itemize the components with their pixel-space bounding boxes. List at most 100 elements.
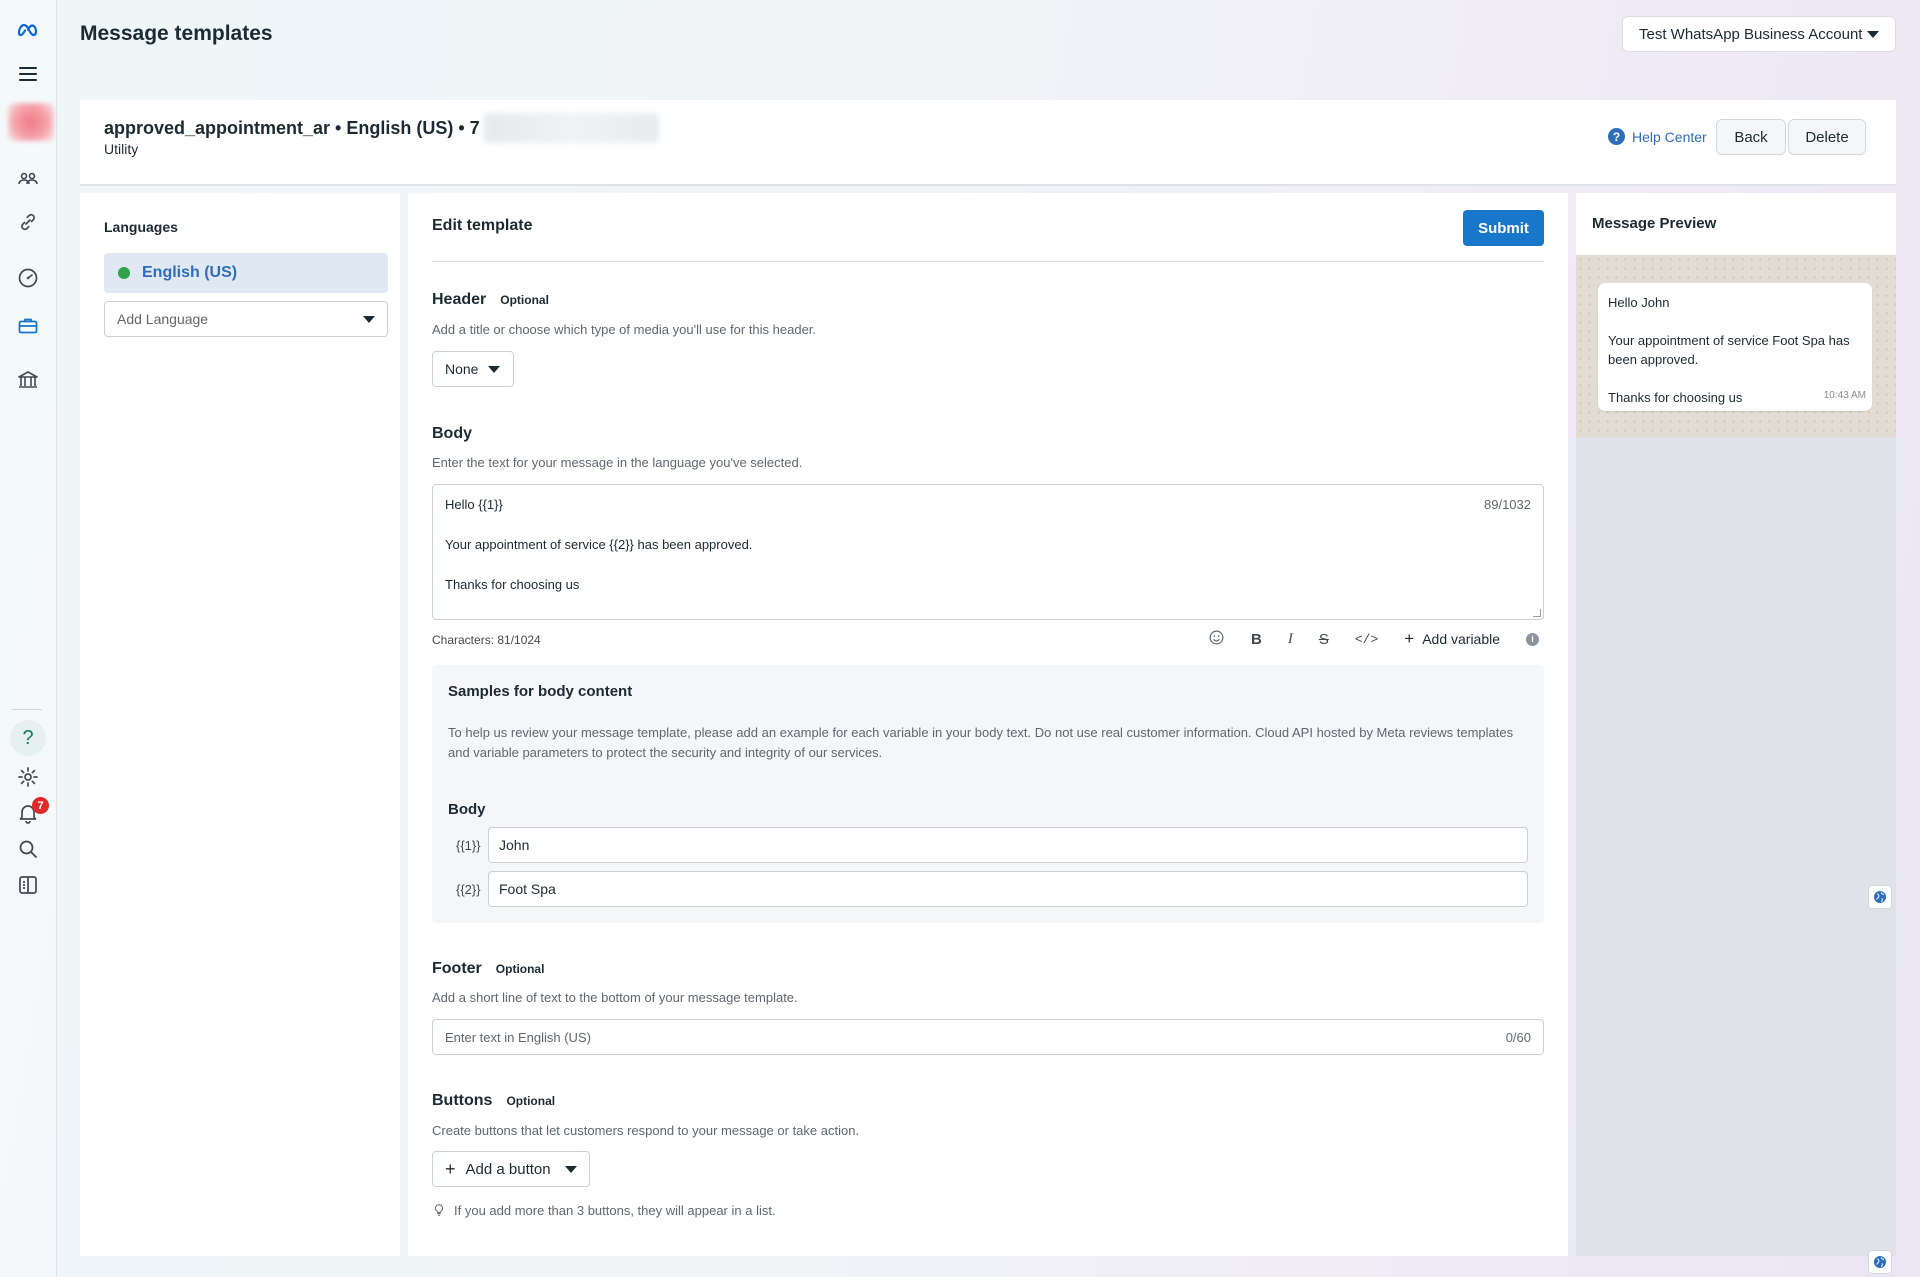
help-icon[interactable]: ? (10, 720, 46, 756)
footer-placeholder: Enter text in English (US) (445, 1029, 591, 1045)
add-variable-button[interactable]: + Add variable (1404, 629, 1500, 649)
body-textarea[interactable]: Hello {{1}} Your appointment of service … (432, 484, 1544, 620)
header-section-title: Header Optional (432, 291, 549, 309)
language-item-english-us[interactable]: English (US) (104, 253, 388, 293)
body-line (445, 515, 1531, 535)
edit-template-panel: Edit template Submit Header Optional Add… (408, 193, 1568, 1256)
language-item-label: English (US) (142, 264, 238, 281)
buttons-section-title: Buttons Optional (432, 1092, 555, 1110)
strikethrough-icon[interactable]: S (1319, 631, 1329, 648)
edit-template-title: Edit template (432, 217, 533, 234)
plus-icon: + (445, 1158, 456, 1179)
resize-handle-icon[interactable] (1533, 609, 1541, 617)
variable-input[interactable]: Foot Spa (488, 871, 1528, 907)
buttons-title: Buttons (432, 1092, 493, 1109)
languages-panel: Languages English (US) Add Language (80, 193, 400, 1256)
globe-icon[interactable] (1868, 885, 1892, 909)
template-name: approved_appointment_ar • English (US) •… (104, 117, 480, 138)
menu-icon[interactable] (12, 58, 44, 90)
variable-label: {{2}} (456, 881, 481, 897)
redacted-id (483, 113, 659, 143)
people-icon[interactable] (12, 163, 44, 195)
globe-icon[interactable] (1868, 1250, 1892, 1274)
emoji-icon[interactable] (1208, 629, 1225, 650)
italic-icon[interactable]: I (1288, 631, 1293, 648)
message-preview-panel: Message Preview Hello John Your appointm… (1576, 193, 1896, 1256)
samples-box: Samples for body content To help us revi… (432, 665, 1544, 923)
left-nav-rail: ? 7 (0, 0, 57, 1277)
header-description: Add a title or choose which type of medi… (432, 322, 817, 337)
template-title: approved_appointment_ar • English (US) •… (104, 113, 659, 143)
account-selector[interactable]: Test WhatsApp Business Account (1622, 16, 1896, 52)
footer-section-title: Footer Optional (432, 960, 544, 978)
bubble-line (1608, 312, 1862, 331)
bank-icon[interactable] (12, 364, 44, 396)
gear-icon[interactable] (12, 761, 44, 793)
footer-description: Add a short line of text to the bottom o… (432, 990, 798, 1005)
help-center-link[interactable]: ? Help Center (1608, 128, 1707, 145)
page-title: Message templates (80, 22, 273, 45)
add-button-label: Add a button (465, 1160, 551, 1178)
optional-tag: Optional (500, 293, 549, 307)
format-toolbar: B I S </> + Add variable i (1208, 627, 1540, 651)
briefcase-icon[interactable] (12, 310, 44, 342)
submit-button[interactable]: Submit (1463, 210, 1544, 246)
samples-title: Samples for body content (448, 683, 633, 700)
chevron-down-icon (488, 365, 501, 373)
footer-input[interactable]: Enter text in English (US) 0/60 (432, 1019, 1544, 1055)
body-line: Your appointment of service {{2}} has be… (445, 537, 753, 552)
variable-row: {{1}} John (456, 827, 1528, 863)
add-button-dropdown[interactable]: + Add a button (432, 1151, 590, 1187)
template-category: Utility (104, 141, 139, 157)
samples-body-label: Body (448, 801, 486, 818)
body-counter: 89/1032 (1484, 497, 1531, 512)
chat-background: Hello John Your appointment of service F… (1576, 255, 1896, 437)
optional-tag: Optional (506, 1094, 556, 1108)
panel-toggle-icon[interactable] (12, 869, 44, 901)
help-circle-icon: ? (1608, 128, 1625, 145)
rail-divider (12, 709, 42, 710)
variable-row: {{2}} Foot Spa (456, 871, 1528, 907)
characters-count: Characters: 81/1024 (432, 633, 541, 647)
message-bubble: Hello John Your appointment of service F… (1598, 283, 1872, 411)
footer-title: Footer (432, 960, 482, 977)
preview-empty-area (1576, 437, 1896, 1256)
back-button[interactable]: Back (1716, 119, 1786, 155)
account-avatar[interactable] (8, 103, 54, 141)
template-header-bar: approved_appointment_ar • English (US) •… (80, 100, 1896, 186)
chevron-down-icon (1867, 30, 1879, 38)
body-description: Enter the text for your message in the l… (432, 455, 803, 470)
preview-header: Message Preview (1576, 193, 1896, 255)
body-title: Body (432, 425, 472, 442)
variable-input[interactable]: John (488, 827, 1528, 863)
body-line: Hello {{1}} (445, 497, 503, 512)
link-icon[interactable] (12, 206, 44, 238)
info-icon[interactable]: i (1526, 632, 1540, 646)
buttons-tip: If you add more than 3 buttons, they wil… (432, 1202, 776, 1218)
help-center-label: Help Center (1632, 128, 1707, 145)
bold-icon[interactable]: B (1251, 631, 1262, 648)
account-selector-label: Test WhatsApp Business Account (1639, 25, 1863, 43)
chevron-down-icon (564, 1165, 577, 1173)
body-section-title: Body (432, 425, 472, 443)
divider (432, 261, 1544, 262)
header-title: Header (432, 291, 487, 308)
meta-logo-icon[interactable] (12, 14, 44, 46)
notification-badge: 7 (32, 797, 49, 814)
footer-counter: 0/60 (1505, 1029, 1531, 1045)
dashboard-icon[interactable] (12, 262, 44, 294)
add-language-placeholder: Add Language (117, 311, 209, 327)
header-type-select[interactable]: None (432, 351, 514, 387)
variable-label: {{1}} (456, 837, 481, 853)
delete-button[interactable]: Delete (1788, 119, 1866, 155)
preview-title: Message Preview (1592, 215, 1717, 232)
header-type-value: None (445, 361, 479, 377)
buttons-description: Create buttons that let customers respon… (432, 1123, 860, 1138)
body-line (445, 555, 1531, 575)
buttons-tip-text: If you add more than 3 buttons, they wil… (454, 1202, 776, 1218)
body-line: Thanks for choosing us (445, 577, 580, 592)
search-icon[interactable] (12, 833, 44, 865)
add-language-select[interactable]: Add Language (104, 301, 388, 337)
code-icon[interactable]: </> (1355, 632, 1378, 647)
bubble-line: Hello John (1608, 295, 1670, 310)
